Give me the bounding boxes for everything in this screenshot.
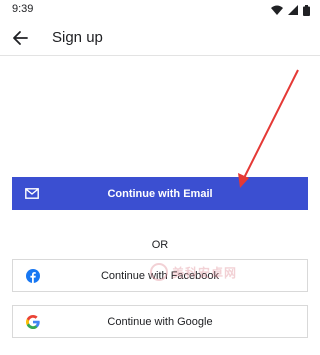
- page-title: Sign up: [52, 29, 103, 46]
- app-bar: Sign up: [0, 20, 320, 56]
- arrow-back-icon: [13, 31, 28, 45]
- battery-icon: [303, 4, 310, 16]
- continue-with-email-label: Continue with Email: [107, 187, 213, 200]
- google-icon: [26, 314, 40, 329]
- back-button[interactable]: [6, 24, 34, 52]
- continue-with-facebook-button[interactable]: Continue with Facebook: [12, 259, 308, 292]
- continue-with-facebook-label: Continue with Facebook: [100, 269, 219, 282]
- status-time: 9:39: [12, 3, 34, 15]
- mail-icon: [25, 187, 39, 201]
- or-divider: OR: [151, 239, 169, 251]
- continue-with-google-button[interactable]: Continue with Google: [12, 305, 308, 338]
- signal-icon: [288, 5, 298, 15]
- continue-with-email-button[interactable]: Continue with Email: [12, 177, 308, 210]
- continue-with-google-label: Continue with Google: [107, 315, 213, 328]
- wifi-icon: [271, 5, 283, 15]
- status-bar: 9:39: [0, 0, 320, 20]
- status-icons: [271, 4, 310, 16]
- facebook-icon: [26, 268, 40, 283]
